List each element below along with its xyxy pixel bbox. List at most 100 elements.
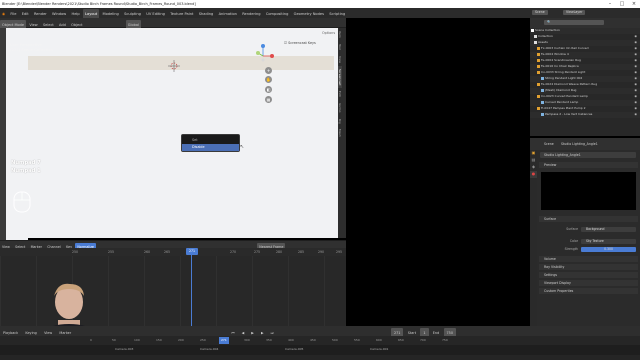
outliner-row[interactable]: Assets ◉	[530, 40, 640, 46]
pan-hand-icon[interactable]: ✋	[265, 76, 272, 83]
playback-header: Playback Keying View Marker ⏮ ◀ ▶ ▶ ⏭ 27…	[0, 326, 640, 338]
numpad-key-2: Numpad 1	[11, 168, 41, 174]
playback-ruler[interactable]: 0 50 100 150 200 250 300 350 400 450 500…	[0, 336, 640, 345]
output-tab-icon[interactable]: ▤	[530, 157, 537, 164]
prop-strength: Strength 0.300	[539, 246, 638, 252]
panel-settings[interactable]: Settings	[539, 272, 638, 278]
mesh-icon	[541, 112, 544, 116]
dope-sheet-header: View Select Marker Channel Key Normalize…	[0, 240, 346, 251]
object-icon	[537, 46, 540, 50]
scene-tab-icon[interactable]: ◈	[530, 164, 537, 171]
object-icon	[537, 94, 540, 98]
mesh-icon	[541, 88, 544, 92]
minimize-button[interactable]: –	[604, 0, 616, 8]
pb-tick: 200	[178, 338, 184, 342]
collection-icon	[531, 28, 534, 32]
mesh-icon	[541, 100, 544, 104]
world-tab-icon[interactable]: ●	[530, 171, 537, 178]
sidebar-tab-rig[interactable]: Rig	[338, 116, 342, 127]
pb-tick: 50	[112, 338, 116, 342]
sidebar-tab-tool[interactable]: Tool	[338, 41, 342, 53]
panel-volume[interactable]: Volume	[539, 256, 638, 262]
popup-item-set[interactable]: Set	[182, 137, 239, 144]
prop-surface: Surface Background	[539, 226, 638, 232]
scene-viewlayer-bar: Scene ViewLayer	[530, 8, 640, 18]
sidebar-tab-edit[interactable]: Edit	[338, 88, 342, 100]
outliner-row[interactable]: Scene Collection	[530, 28, 640, 34]
sidebar-tab-mesh[interactable]: Mesh	[338, 126, 342, 140]
outliner-row[interactable]: Fe-0004 Scandinavian Rug ◉	[530, 58, 640, 64]
pb-tick: 500	[332, 338, 338, 342]
axis-gizmo-icon	[256, 44, 274, 62]
marker-camera-004[interactable]: Camera.004	[200, 347, 218, 351]
properties-header: Scene Studio Lighting_Angle1	[530, 138, 640, 150]
timeline-ruler[interactable]: 250 255 260 265 270 275 280 285 290 295	[0, 248, 346, 256]
pb-tick: 250	[200, 338, 206, 342]
collection-icon	[534, 34, 537, 38]
outliner-search[interactable]: 🔍	[544, 20, 604, 25]
panel-preview[interactable]: Preview	[539, 162, 638, 168]
camera-view-icon[interactable]: ◧	[265, 86, 272, 93]
outliner-row[interactable]: Fe-0016 Co Chair Replica ◉	[530, 64, 640, 70]
marker-camera-005[interactable]: Camera.005	[285, 347, 303, 351]
perspective-grid-icon[interactable]: ▦	[265, 96, 272, 103]
outliner-row[interactable]: Co-0033 String Pendant Light ◉	[530, 70, 640, 76]
panel-ray-visibility[interactable]: Ray Visibility	[539, 264, 638, 270]
context-popup-menu: Set Disable	[181, 134, 240, 152]
scene-breadcrumb: Scene	[544, 142, 554, 146]
current-frame-indicator[interactable]: 271	[186, 248, 198, 255]
3d-cursor-icon	[168, 60, 180, 72]
sidebar-tab-screencast[interactable]: Screencast	[338, 65, 342, 89]
collection-label: (271) Scene Collection	[10, 47, 53, 52]
numpad-key-1: Numpad 7	[11, 160, 41, 166]
panel-viewport-display[interactable]: Viewport Display	[539, 280, 638, 286]
zoom-icon[interactable]: +	[265, 67, 272, 74]
close-button[interactable]: ×	[628, 0, 640, 8]
panel-custom-properties[interactable]: Custom Properties	[539, 288, 638, 294]
eye-icon[interactable]: ◉	[634, 112, 637, 118]
marker-camera-003[interactable]: Camera.003	[115, 347, 133, 351]
pb-tick: 0	[90, 338, 92, 342]
sidebar-tab-item[interactable]: Item	[338, 28, 342, 41]
marker-camera-001[interactable]: Camera.001	[370, 347, 388, 351]
outliner-row[interactable]: (Mesh) Diamond Rug ◉	[530, 88, 640, 94]
ruler-tick: 265	[164, 250, 171, 254]
ruler-tick: 255	[108, 250, 115, 254]
pb-tick: 100	[134, 338, 140, 342]
sidebar-tab-view[interactable]: View	[338, 53, 342, 66]
outliner-row[interactable]: Fe-0004 Window 4 ◉	[530, 52, 640, 58]
outliner-row[interactable]: Fx-0003 Curtain On Rail Curved ◉	[530, 46, 640, 52]
mouse-icon	[12, 190, 32, 214]
navigation-gizmo[interactable]	[256, 43, 276, 63]
world-selector[interactable]: Studio Lighting_Angle1	[540, 152, 636, 158]
outliner-row[interactable]: Collection ◉	[530, 34, 640, 40]
window-title-bar: Blender [E:\Blender\Blender Renders\2021…	[0, 0, 640, 8]
empty-area	[346, 18, 530, 326]
outliner-row[interactable]: Fi-0047 Pampas Plant Pump 2 ◉	[530, 106, 640, 112]
screencast-keys-toggle[interactable]: ☑ Screencast Keys	[284, 41, 316, 45]
render-tab-icon[interactable]: ▣	[530, 150, 537, 157]
outliner-row[interactable]: Co-0023 Curved Pendant Lamp ◉	[530, 94, 640, 100]
pb-tick: 750	[442, 338, 448, 342]
viewport-sidebar-tabs: Item Tool View Screencast Edit Gizmo Rig…	[338, 28, 346, 238]
scene-selector[interactable]: Scene	[532, 10, 548, 15]
world-breadcrumb: Studio Lighting_Angle1	[561, 142, 598, 146]
ruler-tick: 250	[72, 250, 79, 254]
outliner-row[interactable]: Curved Pendant Lamp ◉	[530, 100, 640, 106]
maximize-button[interactable]: □	[616, 0, 628, 8]
outliner-row[interactable]: Pampass 2 - Low Vert Instances ◉	[530, 112, 640, 118]
window-title: Blender [E:\Blender\Blender Renders\2021…	[2, 2, 196, 6]
sidebar-tab-gizmo[interactable]: Gizmo	[338, 100, 342, 116]
playhead-line[interactable]	[191, 248, 192, 326]
view-layer-selector[interactable]: ViewLayer	[563, 10, 586, 15]
ruler-tick: 275	[254, 250, 261, 254]
panel-surface[interactable]: Surface	[539, 216, 638, 222]
popup-item-disable[interactable]: Disable	[182, 144, 239, 151]
outliner-row[interactable]: String Pendant Light 002 ◉	[530, 76, 640, 82]
pb-current-frame[interactable]: 271	[219, 337, 229, 344]
mouse-pointer-icon: ↖	[240, 144, 245, 150]
outliner-row[interactable]: Fe-0024 Diamond Weave Pattern Rug ◉	[530, 82, 640, 88]
outliner: Scene Collection Collection ◉ Assets ◉ Fx-…	[530, 28, 640, 136]
pb-tick: 600	[376, 338, 382, 342]
options-button[interactable]: Options	[322, 31, 335, 35]
